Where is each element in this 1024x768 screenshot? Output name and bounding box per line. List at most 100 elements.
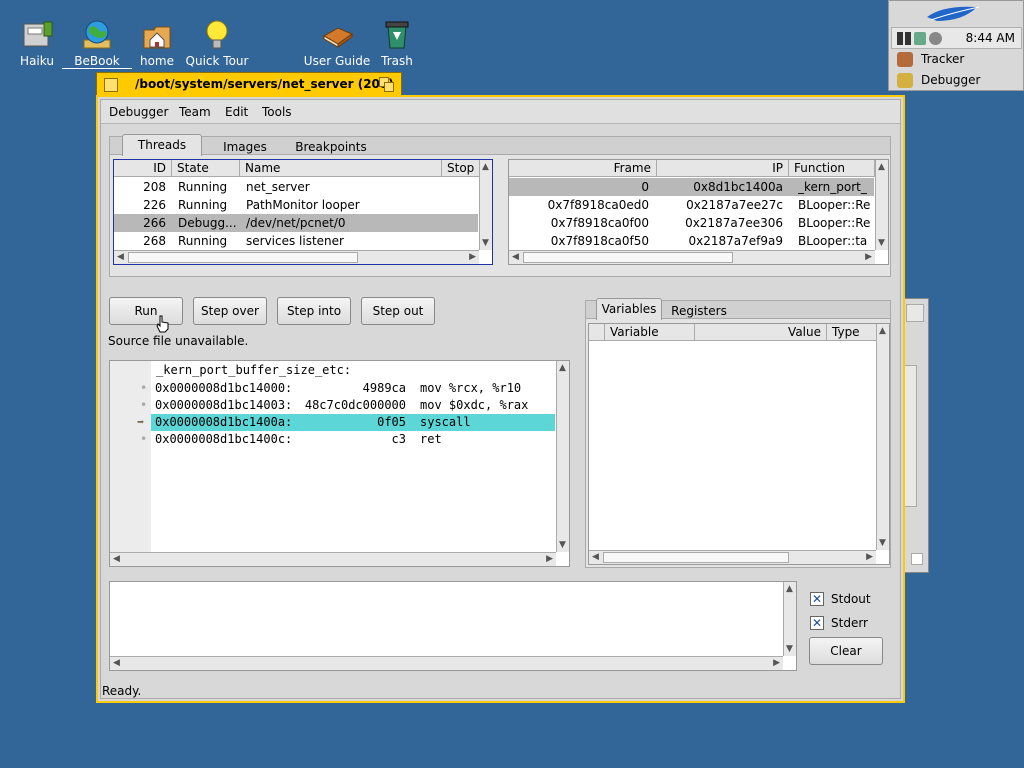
thread-row[interactable]: 266 Debugg... /dev/net/pcnet/0 [114,214,478,232]
threads-vscroll[interactable]: ▲ ▼ [479,160,492,250]
mouse-cursor-icon [155,315,171,333]
variables-list[interactable]: Variable Value Type ▲ ▼ ◀ ▶ [588,323,890,565]
desktop-icon-quick-tour[interactable]: Quick Tour [182,18,252,68]
system-tray: 8:44 AM [891,27,1022,49]
source-line[interactable]: • 0x0000008d1bc14000: 4989ca mov %rcx, %r10 [110,380,555,397]
thread-id: 266 [143,216,166,230]
console-vscroll[interactable]: ▲ ▼ [783,582,796,656]
menu-tools[interactable]: Tools [262,105,292,119]
thread-state: Debugg... [178,216,237,230]
stack-frame-row[interactable]: 0x7f8918ca0f00 0x2187a7ee306 BLooper::Re [509,214,874,232]
tab-images[interactable]: Images [210,137,280,159]
column-header-frame[interactable]: Frame [509,160,657,177]
stack-function: _kern_port_ [798,180,867,194]
stack-frame: 0x7f8918ca0f50 [550,234,649,248]
stack-frame-row[interactable]: 0x7f8918ca0f50 0x2187a7ef9a9 BLooper::ta [509,232,874,250]
thread-id: 208 [143,180,166,194]
thread-name: net_server [246,180,310,194]
breakpoint-dot-icon[interactable]: • [140,380,147,397]
haiku-leaf-menu-icon[interactable] [923,3,989,25]
thread-id: 268 [143,234,166,248]
column-header-variable[interactable]: Variable [605,324,695,341]
menu-edit[interactable]: Edit [225,105,248,119]
tab-variables[interactable]: Variables [596,298,662,320]
debugger-window: Debugger Team Edit Tools Threads Images … [96,95,905,703]
source-function-label: _kern_port_buffer_size_etc: [156,363,352,377]
breakpoint-dot-icon[interactable]: • [140,397,147,414]
source-address: 0x0000008d1bc14000: [155,381,293,395]
threads-hscroll[interactable]: ◀ ▶ [114,250,479,264]
variables-hscroll-thumb[interactable] [603,552,789,563]
threads-tab-panel: Threads Images Breakpoints ID State Name… [109,134,891,277]
stack-hscroll[interactable]: ◀ ▶ [509,250,875,264]
volume-icon[interactable] [929,32,942,45]
source-line[interactable]: • 0x0000008d1bc14003: 48c7c0dc000000 mov $0… [110,397,555,414]
stdout-checkbox[interactable]: ✕ [810,592,824,606]
thread-id: 226 [143,198,166,212]
window-title-tab[interactable]: /boot/system/servers/net_server (208) [96,72,402,96]
clear-button[interactable]: Clear [809,637,883,665]
column-header-stop-reason[interactable]: Stop r [442,160,480,177]
column-header-id[interactable]: ID [114,160,172,177]
tab-registers[interactable]: Registers [666,301,732,323]
tab-breakpoints[interactable]: Breakpoints [288,137,374,159]
stack-vscroll[interactable]: ▲ ▼ [875,160,888,250]
threads-hscroll-thumb[interactable] [128,252,358,263]
home-folder-icon [140,18,174,52]
variables-vscroll[interactable]: ▲ ▼ [876,324,889,550]
column-header-type[interactable]: Type [827,324,877,341]
stack-hscroll-thumb[interactable] [523,252,733,263]
tab-threads[interactable]: Threads [122,134,202,156]
stack-trace-list[interactable]: Frame IP Function 0 0x8d1bc1400a _kern_por… [508,159,889,265]
thread-row[interactable]: 268 Running services listener [114,232,478,250]
run-button[interactable]: Run [109,297,183,325]
thread-row[interactable]: 208 Running net_server [114,178,478,196]
console-output[interactable]: ▲ ▼ ◀ ▶ [109,581,797,671]
stack-frame: 0x7f8918ca0ed0 [547,198,649,212]
background-window-scrollbar[interactable] [904,365,917,507]
step-out-button[interactable]: Step out [361,297,435,325]
thread-state: Running [178,234,228,248]
zoom-button[interactable] [379,77,395,92]
menu-team[interactable]: Team [179,105,211,119]
stack-function: BLooper::ta [798,234,868,248]
source-instruction: mov $0xdc, %rax [420,398,529,412]
column-header-ip[interactable]: IP [657,160,789,177]
stack-ip: 0x2187a7ef9a9 [688,234,784,248]
menu-debugger[interactable]: Debugger [109,105,168,119]
clock[interactable]: 8:44 AM [966,31,1015,45]
desktop-icon-trash[interactable]: Trash [362,18,432,68]
column-header-function[interactable]: Function [789,160,875,177]
thread-row[interactable]: 226 Running PathMonitor looper [114,196,478,214]
variables-hscroll[interactable]: ◀ ▶ [589,550,876,564]
close-button[interactable] [104,78,118,92]
stack-frame-row[interactable]: 0 0x8d1bc1400a _kern_port_ [509,178,874,196]
source-bytes: 0f05 [377,415,406,429]
column-header-name[interactable]: Name [240,160,442,177]
current-pc-arrow-icon[interactable]: ➡ [137,414,144,431]
cpu-monitor-icon[interactable] [897,32,903,45]
source-view[interactable]: _kern_port_buffer_size_etc: • 0x0000008d1… [109,360,570,567]
deskbar-item-debugger[interactable]: Debugger [889,70,1023,91]
step-into-button[interactable]: Step into [277,297,351,325]
source-line[interactable]: ➡ 0x0000008d1bc1400a: 0f05 syscall [110,414,555,431]
source-status-text: Source file unavailable. [108,334,249,348]
stack-frame-row[interactable]: 0x7f8918ca0ed0 0x2187a7ee27c BLooper::Re [509,196,874,214]
column-header-state[interactable]: State [172,160,240,177]
threads-list[interactable]: ID State Name Stop r 208 Running net_serve… [113,159,493,265]
source-vscroll[interactable]: ▲ ▼ [556,361,569,552]
deskbar-item-tracker[interactable]: Tracker [889,49,1023,70]
stderr-checkbox[interactable]: ✕ [810,616,824,630]
breakpoint-dot-icon[interactable]: • [140,431,147,448]
deskbar: 8:44 AM Tracker Debugger [888,0,1024,91]
cpu-monitor-icon[interactable] [905,32,911,45]
step-over-button[interactable]: Step over [193,297,267,325]
console-hscroll[interactable]: ◀ ▶ [110,656,783,670]
haiku-disk-icon [20,18,54,52]
source-hscroll[interactable]: ◀ ▶ [110,552,556,566]
stdout-label: Stdout [831,592,871,606]
source-line[interactable]: • 0x0000008d1bc1400c: c3 ret [110,431,555,448]
network-icon[interactable] [914,32,926,45]
thread-name: PathMonitor looper [246,198,360,212]
column-header-value[interactable]: Value [695,324,827,341]
